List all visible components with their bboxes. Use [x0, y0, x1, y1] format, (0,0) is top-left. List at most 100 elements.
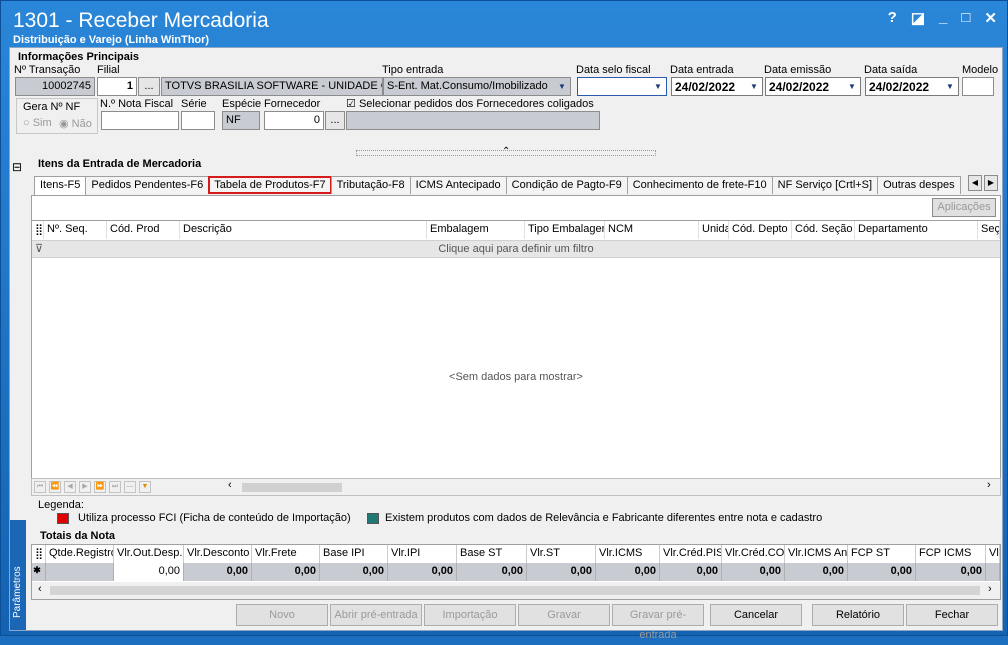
label-selo: Data selo fiscal [576, 64, 651, 76]
tab-scroll-right-icon[interactable]: ▶ [984, 175, 998, 191]
pin-icon[interactable]: ⊟ [12, 160, 22, 174]
gravar-button[interactable]: Gravar [518, 604, 610, 626]
col-header[interactable]: Seç [978, 221, 1000, 239]
data-emissao-field[interactable]: 24/02/2022 ▼ [765, 77, 861, 96]
fechar-button[interactable]: Fechar [906, 604, 998, 626]
novo-button[interactable]: Novo [236, 604, 328, 626]
tab-itens[interactable]: Itens-F5 [34, 176, 87, 195]
importacao-button[interactable]: Importação [424, 604, 516, 626]
modelo-field[interactable] [962, 77, 994, 96]
prev-page-icon[interactable]: ⏪ [49, 481, 61, 493]
close-icon[interactable]: ✕ [984, 9, 997, 27]
col-header[interactable]: Embalagem [427, 221, 525, 239]
total-value: 0,00 [785, 563, 848, 581]
col-header[interactable]: Cód. Depto [729, 221, 792, 239]
last-page-icon[interactable]: ⏭ [109, 481, 121, 493]
cancelar-button[interactable]: Cancelar [710, 604, 802, 626]
fornecedor-field[interactable]: 0 [264, 111, 324, 130]
next-page-icon[interactable]: ⏩ [94, 481, 106, 493]
coligados-checkbox[interactable]: ☑ Selecionar pedidos dos Fornecedores co… [346, 97, 594, 110]
column-chooser-icon[interactable]: ⣿ [32, 545, 46, 563]
hscroll-thumb[interactable] [50, 586, 980, 595]
data-entrada-field[interactable]: 24/02/2022 ▼ [671, 77, 763, 96]
grid-navigator: ⏮ ⏪ ◀ ▶ ⏩ ⏭ — ▼ ‹ › [31, 478, 1001, 496]
transacao-field[interactable]: 10002745 [15, 77, 95, 96]
hscroll-left-icon[interactable]: ‹ [38, 583, 42, 595]
especie-field[interactable]: NF [222, 111, 260, 130]
total-value: 0,00 [527, 563, 596, 581]
minimize-icon[interactable]: _ [939, 9, 947, 27]
total-col-header: Vlr.ST [527, 545, 596, 563]
hscroll-left-icon[interactable]: ‹ [228, 479, 232, 491]
tab-content: Aplicações [31, 195, 1001, 220]
prev-record-icon[interactable]: ◀ [64, 481, 76, 493]
data-selo-field[interactable]: ▼ [577, 77, 667, 96]
radio-nao[interactable]: ◉ Não [59, 117, 92, 130]
tab-nf-servico[interactable]: NF Serviço [Crtl+S] [771, 176, 879, 194]
maximize-icon[interactable]: □ [961, 9, 970, 27]
col-header[interactable]: Departamento [855, 221, 978, 239]
aplicacoes-button[interactable]: Aplicações [932, 198, 996, 217]
col-header[interactable]: Nº. Seq. [44, 221, 107, 239]
tab-condicao-pagto[interactable]: Condição de Pagto-F9 [505, 176, 628, 194]
gravar-pre-entrada-button[interactable]: Gravar pré-entrada [612, 604, 704, 641]
col-header[interactable]: Descrição [180, 221, 427, 239]
delete-record-icon[interactable]: — [124, 481, 136, 493]
filter-row[interactable]: ⊽ Clique aqui para definir um filtro [32, 240, 1000, 258]
chevron-down-icon[interactable]: ▼ [943, 79, 957, 94]
fornecedor-lookup-button[interactable]: ... [325, 111, 345, 130]
tab-conhecimento-frete[interactable]: Conhecimento de frete-F10 [626, 176, 773, 194]
relatorio-button[interactable]: Relatório [812, 604, 904, 626]
total-col-header: Vlr.Frete [252, 545, 320, 563]
data-saida-value: 24/02/2022 [869, 80, 930, 94]
tab-outras-despesas[interactable]: Outras despes [877, 176, 961, 194]
total-col-header: Vlr.Créd.PIS [660, 545, 722, 563]
chevron-down-icon[interactable]: ▼ [651, 79, 665, 94]
restore-icon[interactable]: ◪ [911, 9, 925, 27]
next-record-icon[interactable]: ▶ [79, 481, 91, 493]
tab-tabela-produtos[interactable]: Tabela de Produtos-F7 [208, 176, 332, 194]
items-grid: ⣿ Nº. Seq. Cód. Prod Descrição Embalagem… [31, 220, 1001, 496]
col-header[interactable]: Unida [699, 221, 729, 239]
col-header[interactable]: Cód. Seção [792, 221, 855, 239]
tipo-entrada-select[interactable]: S-Ent. Mat.Consumo/Imobilizado ▼ [383, 77, 571, 96]
hscroll-right-icon[interactable]: › [987, 479, 991, 491]
total-value[interactable]: 0,00 [114, 563, 184, 581]
col-header[interactable]: Tipo Embalagem [525, 221, 605, 239]
checkbox-icon: ☑ [346, 98, 356, 110]
first-page-icon[interactable]: ⏮ [34, 481, 46, 493]
tab-scroll-left-icon[interactable]: ◀ [968, 175, 982, 191]
tab-icms-antecipado[interactable]: ICMS Antecipado [409, 176, 507, 194]
column-chooser-icon[interactable]: ⣿ [32, 221, 44, 239]
hscroll-right-icon[interactable]: › [988, 583, 992, 595]
chevron-down-icon[interactable]: ▼ [845, 79, 859, 94]
filial-lookup-button[interactable]: ... [138, 77, 160, 96]
coligados-label: Selecionar pedidos dos Fornecedores coli… [358, 98, 594, 110]
col-header[interactable]: NCM [605, 221, 699, 239]
col-header[interactable]: Cód. Prod [107, 221, 180, 239]
chevron-down-icon[interactable]: ▼ [747, 79, 761, 94]
tab-tributacao[interactable]: Tributação-F8 [330, 176, 411, 194]
filter-toggle-icon[interactable]: ▼ [139, 481, 151, 493]
total-col-header: FCP ST [848, 545, 916, 563]
window-subtitle: Distribuição e Varejo (Linha WinThor) [13, 34, 210, 46]
total-value: 0,00 [388, 563, 457, 581]
tab-pedidos-pendentes[interactable]: Pedidos Pendentes-F6 [85, 176, 210, 194]
chevron-up-icon[interactable]: ⌃ [502, 146, 510, 157]
serie-field[interactable] [181, 111, 215, 130]
data-saida-field[interactable]: 24/02/2022 ▼ [865, 77, 959, 96]
fornecedor-name-field [346, 111, 600, 130]
nota-fiscal-field[interactable] [101, 111, 179, 130]
label-serie: Série [181, 98, 207, 110]
help-icon[interactable]: ? [888, 9, 897, 27]
total-value: 0,00 [660, 563, 722, 581]
parametros-side-tab[interactable]: Parâmetros [10, 520, 26, 630]
filial-field[interactable]: 1 [97, 77, 137, 96]
window-controls: ? ◪ _ □ ✕ [888, 9, 997, 27]
abrir-pre-entrada-button[interactable]: Abrir pré-entrada [330, 604, 422, 626]
radio-sim[interactable]: ○ Sim [23, 117, 52, 129]
total-col-header: FCP ICMS [916, 545, 986, 563]
hscroll-thumb[interactable] [242, 483, 342, 492]
legend-title: Legenda: [38, 499, 84, 511]
totals-hscroll[interactable]: ‹ › [32, 582, 1000, 599]
